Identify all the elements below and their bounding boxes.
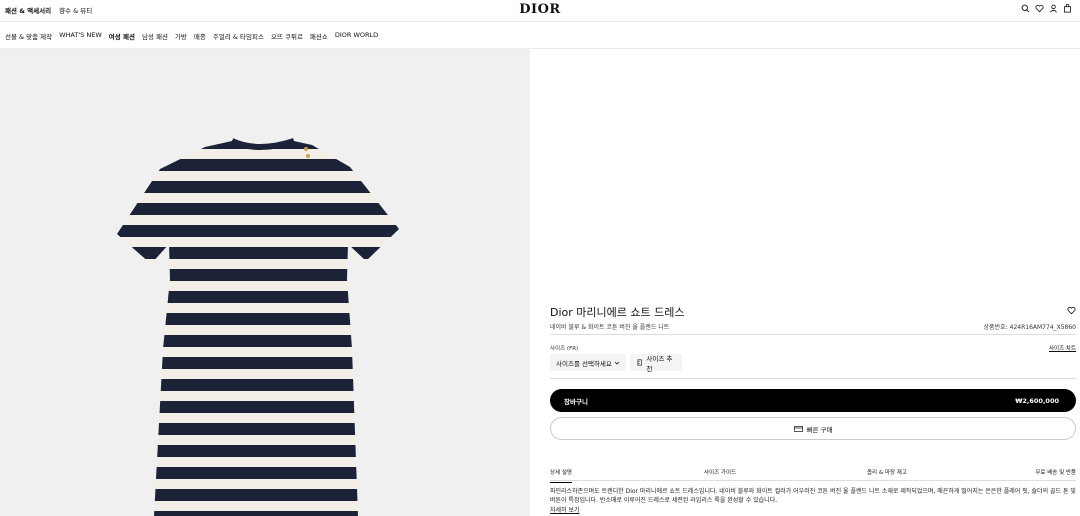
size-label: 사이즈 (FR) [550, 346, 579, 352]
bag-icon[interactable] [1063, 4, 1072, 13]
cat-dior-world[interactable]: DIOR WORLD [335, 31, 378, 41]
top-bar: 패션 & 액세서리 향수 & 뷰티 DIOR [0, 0, 1080, 22]
product-description: 파인리스하존으며도 트렌디한 Dior 마리니에르 쇼트 드레스입니다. 네이비… [550, 488, 1076, 504]
quick-buy-label: 빠른 구매 [806, 425, 833, 434]
size-select[interactable]: 사이즈를 선택하세요 [550, 354, 626, 371]
top-nav-beauty[interactable]: 향수 & 뷰티 [59, 5, 92, 15]
cat-gifts[interactable]: 선물 & 맞춤 제작 [5, 31, 52, 41]
sku-value: 424R16AM774_X5860 [1009, 324, 1076, 331]
product-price: ₩2,600,000 [1015, 396, 1059, 405]
cat-women[interactable]: 여성 패션 [109, 31, 135, 41]
cat-whats-new[interactable]: WHAT'S NEW [59, 31, 102, 41]
category-nav: 선물 & 맞춤 제작 WHAT'S NEW 여성 패션 남성 패션 가방 매종 … [0, 22, 1080, 49]
cat-fashion-show[interactable]: 패션쇼 [310, 31, 328, 41]
size-recommend-label: 사이즈 추천 [646, 354, 673, 373]
header-icons [1021, 4, 1072, 13]
search-icon[interactable] [1021, 4, 1030, 13]
top-nav-fashion[interactable]: 패션 & 액세서리 [5, 5, 51, 15]
size-chart-link[interactable]: 사이즈 차트 [1049, 344, 1076, 352]
cart-label: 장바구니 [564, 397, 588, 406]
tab-stock[interactable]: 옵리 & 마장 재고 [867, 468, 907, 482]
product-title: Dior 마리니에르 쇼트 드레스 [550, 306, 685, 319]
size-recommend-button[interactable]: 사이즈 추천 [630, 354, 682, 373]
divider [550, 378, 1076, 379]
tab-size-guide[interactable]: 사이즈 가이드 [704, 468, 736, 482]
wishlist-heart-icon[interactable] [1067, 306, 1076, 315]
user-icon[interactable] [1049, 4, 1058, 13]
divider [550, 334, 1076, 335]
top-nav: 패션 & 액세서리 향수 & 뷰티 [5, 5, 92, 15]
quick-buy-button[interactable]: 빠른 구매 [550, 417, 1076, 440]
product-sku: 상품번호: 424R16AM774_X5860 [984, 322, 1076, 331]
tab-shipping[interactable]: 무료 배송 및 반품 [1035, 468, 1076, 482]
product-subtitle: 네이비 블루 & 화이트 코튼 버진 울 플렌드 니트 [550, 324, 670, 331]
sku-label: 상품번호: [983, 324, 1008, 331]
cat-haute-couture[interactable]: 오뜨 쿠튀르 [271, 31, 303, 41]
cat-jewelry[interactable]: 주얼리 & 타임피스 [213, 31, 264, 41]
cat-men[interactable]: 남성 패션 [142, 31, 168, 41]
cat-bags[interactable]: 가방 [175, 31, 187, 41]
tab-details[interactable]: 상세 설명 [550, 468, 572, 483]
product-image[interactable] [0, 49, 530, 516]
size-select-label: 사이즈를 선택하세요 [556, 359, 612, 368]
dior-logo[interactable]: DIOR [500, 2, 580, 17]
ruler-icon [637, 359, 642, 366]
cat-maison[interactable]: 매종 [194, 31, 206, 41]
chevron-down-icon [614, 361, 620, 365]
card-icon [793, 425, 803, 432]
heart-icon[interactable] [1035, 4, 1044, 13]
dress-image [117, 138, 399, 516]
read-more-link[interactable]: 자세히 보기 [550, 505, 580, 514]
info-tabs: 상세 설명 사이즈 가이드 옵리 & 마장 재고 무료 배송 및 반품 [550, 466, 1076, 483]
add-to-cart-button[interactable]: 장바구니 ₩2,600,000 [550, 389, 1076, 412]
